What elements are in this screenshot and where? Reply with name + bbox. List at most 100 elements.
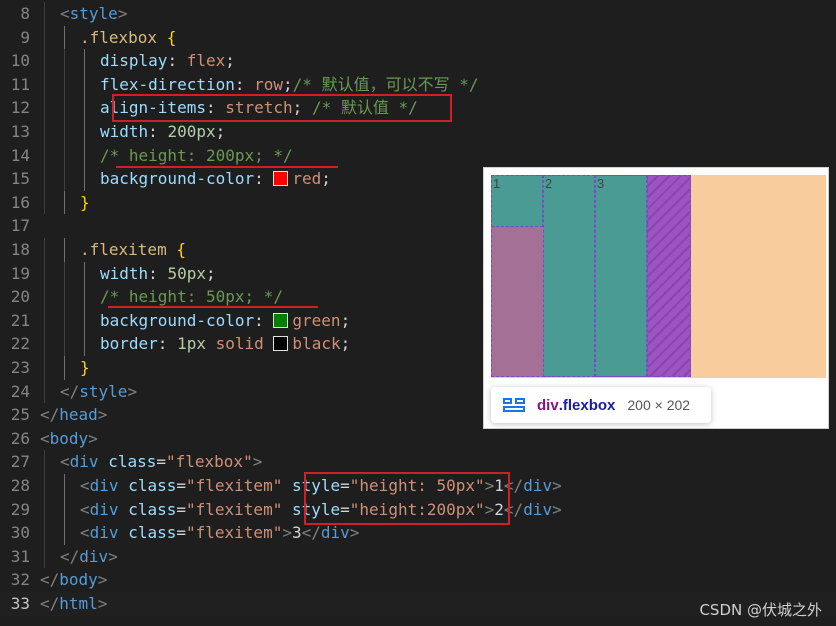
code-line[interactable]: 14 /* height: 200px; */ xyxy=(0,143,836,168)
code-line[interactable]: 13 width: 200px; xyxy=(0,120,836,144)
code-token: = xyxy=(156,452,166,472)
code-token: </ xyxy=(40,570,60,590)
code-token: : xyxy=(157,334,178,354)
code-line[interactable]: 31 </div> xyxy=(0,544,836,569)
code-text: background-color: green; xyxy=(100,309,350,333)
code-token: ; xyxy=(321,169,331,189)
highlight-box-align-items xyxy=(112,94,452,122)
code-token: width xyxy=(100,263,149,283)
inspect-tooltip: div.flexbox 200 × 202 xyxy=(491,387,711,423)
code-text: .flexitem { xyxy=(80,238,186,262)
line-number: 15 xyxy=(10,169,30,189)
indent-guide xyxy=(64,356,65,380)
line-number: 30 xyxy=(10,523,30,543)
line-number: 18 xyxy=(10,240,30,259)
code-token: > xyxy=(282,523,292,543)
code-token: > xyxy=(88,428,98,448)
indent-guide xyxy=(64,190,65,215)
line-number: 27 xyxy=(10,452,30,472)
code-token: < xyxy=(40,428,50,448)
code-token: ; xyxy=(283,74,293,94)
indent-guide xyxy=(84,72,85,97)
indent-guide xyxy=(44,521,45,545)
code-text: } xyxy=(80,356,90,380)
color-swatch-icon[interactable] xyxy=(273,171,289,187)
indent-guide xyxy=(84,96,85,120)
flexbox-element[interactable]: 1 2 3 xyxy=(491,175,691,377)
code-token: > xyxy=(552,476,562,495)
indent-guide xyxy=(44,308,45,333)
code-token: "flexitem" xyxy=(186,523,283,543)
indent-guide xyxy=(44,25,45,50)
indent-guide xyxy=(44,497,45,522)
line-number: 29 xyxy=(10,499,30,519)
indent-guide xyxy=(84,120,85,144)
indent-guide xyxy=(44,190,45,215)
code-token: } xyxy=(80,358,90,377)
indent-guide xyxy=(44,49,45,73)
code-line[interactable]: 26 <body> xyxy=(0,427,836,451)
code-token: div xyxy=(89,523,119,543)
code-token: ; xyxy=(215,122,226,141)
indent-guide xyxy=(44,261,45,286)
code-token: /* 默认值，可以不写 */ xyxy=(292,74,479,94)
code-token: background-color xyxy=(100,310,255,330)
code-token: class xyxy=(128,476,177,495)
code-text: display: flex; xyxy=(100,49,235,73)
code-token: ; xyxy=(340,310,351,330)
code-token: > xyxy=(349,523,360,543)
code-token: </ xyxy=(40,594,60,613)
code-token: < xyxy=(60,452,70,472)
code-token: </ xyxy=(60,381,80,401)
code-line[interactable]: 32 </body> xyxy=(0,568,836,592)
code-token: </ xyxy=(301,523,321,543)
line-number: 17 xyxy=(10,216,30,236)
code-token: 1px xyxy=(177,334,206,354)
code-text: <style> xyxy=(60,2,127,26)
code-text: } xyxy=(80,191,90,215)
code-token: black xyxy=(292,334,341,354)
indent-guide xyxy=(84,167,85,191)
code-line[interactable]: 27 <div class="flexbox"> xyxy=(0,450,836,474)
code-token: 3 xyxy=(291,523,302,543)
indent-guide xyxy=(64,285,65,309)
line-number: 26 xyxy=(10,428,30,448)
line-number: 31 xyxy=(10,546,30,566)
code-text: <div class="flexbox"> xyxy=(60,450,262,474)
watermark: CSDN @伏城之外 xyxy=(699,601,822,619)
code-text: width: 200px; xyxy=(100,120,225,144)
code-text: </html> xyxy=(40,592,107,616)
preview-viewport: 1 2 3 xyxy=(491,175,826,378)
code-token: { xyxy=(176,240,186,259)
indent-guide xyxy=(84,261,85,286)
indent-guide xyxy=(44,120,45,144)
code-line[interactable]: 11 flex-direction: row;/* 默认值，可以不写 */ xyxy=(0,72,836,97)
color-swatch-icon[interactable] xyxy=(273,312,289,328)
color-swatch-icon[interactable] xyxy=(273,336,289,352)
code-line[interactable]: 10 display: flex; xyxy=(0,49,836,73)
code-token: width xyxy=(100,122,149,141)
code-token: row xyxy=(254,74,284,94)
code-token: : xyxy=(148,263,168,283)
code-token: : xyxy=(254,169,274,189)
code-token: ; xyxy=(205,263,216,283)
code-line[interactable]: 8 <style> xyxy=(0,2,836,26)
code-token: div xyxy=(320,523,350,543)
flexbox-outline xyxy=(491,175,691,377)
indent-guide xyxy=(64,49,65,73)
code-line[interactable]: 9 .flexbox { xyxy=(0,25,836,50)
code-token: style xyxy=(69,4,118,23)
code-token: class xyxy=(128,499,177,519)
indent-guide xyxy=(44,2,45,26)
code-token: 50px xyxy=(167,263,206,283)
code-token: class xyxy=(128,523,177,543)
line-number: 11 xyxy=(10,74,30,94)
line-number: 12 xyxy=(10,98,30,118)
code-token: < xyxy=(60,4,70,23)
code-text: </div> xyxy=(60,545,118,569)
indent-guide xyxy=(64,238,65,262)
code-token: div xyxy=(89,476,119,495)
indent-guide xyxy=(44,285,45,309)
